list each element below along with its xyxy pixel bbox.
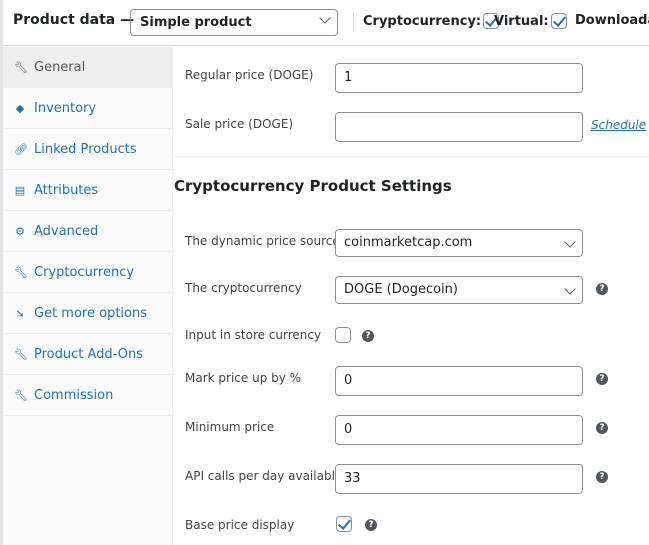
- help-icon[interactable]: ?: [596, 471, 608, 483]
- tab-label: Linked Products: [34, 141, 137, 157]
- sale-price-input[interactable]: [335, 112, 583, 142]
- product-data-header: Product data — Simple product Cryptocurr…: [3, 0, 649, 46]
- wrench-icon: 🔧︎: [14, 60, 28, 74]
- price-source-label: The dynamic price source: [185, 234, 340, 248]
- api-calls-label: API calls per day available: [185, 469, 343, 483]
- tab-inventory[interactable]: ◆ Inventory: [3, 88, 172, 129]
- price-source-value: coinmarketcap.com: [344, 235, 473, 250]
- wrench-icon: 🔧︎: [14, 347, 28, 361]
- help-icon[interactable]: ?: [596, 422, 608, 434]
- crypto-settings-heading: Cryptocurrency Product Settings: [174, 177, 452, 195]
- virtual-option[interactable]: Virtual:: [494, 13, 567, 29]
- minimum-price-label: Minimum price: [185, 420, 275, 434]
- tab-label: Commission: [34, 387, 114, 403]
- product-data-tabs: 🔧︎ General ◆ Inventory 🔗︎ Linked Products ▤…: [3, 47, 173, 545]
- tab-general[interactable]: 🔧︎ General: [3, 47, 172, 88]
- product-data-title: Product data —: [13, 12, 135, 28]
- tab-product-add-ons[interactable]: 🔧︎ Product Add-Ons: [3, 334, 172, 375]
- cryptocurrency-value: DOGE (Dogecoin): [344, 282, 458, 297]
- chevron-down-icon: [564, 283, 576, 295]
- option-label: Virtual:: [494, 13, 549, 29]
- base-price-label: Base price display: [185, 518, 295, 532]
- chevron-down-icon: [564, 236, 576, 248]
- tab-commission[interactable]: 🔧︎ Commission: [3, 375, 172, 416]
- tab-label: General: [34, 59, 86, 75]
- tab-label: Get more options: [34, 305, 147, 321]
- option-label: Cryptocurrency:: [363, 13, 482, 29]
- wrench-icon: 🔧︎: [14, 265, 28, 279]
- section-divider: [174, 156, 649, 157]
- list-icon: ▤: [14, 183, 26, 197]
- option-label: Downloadable: [575, 13, 649, 28]
- plugin-icon: ➘: [15, 306, 25, 320]
- link-icon: 🔗︎: [14, 142, 28, 156]
- product-type-select[interactable]: Simple product: [130, 9, 338, 36]
- markup-label: Mark price up by %: [185, 371, 302, 385]
- schedule-link[interactable]: Schedule: [591, 118, 646, 132]
- chevron-down-icon: [319, 12, 331, 24]
- minimum-price-input[interactable]: 0: [335, 415, 583, 445]
- virtual-checkbox[interactable]: [550, 13, 567, 29]
- sale-price-label: Sale price (DOGE): [185, 117, 294, 131]
- tab-label: Cryptocurrency: [34, 264, 135, 280]
- cryptocurrency-label: The cryptocurrency: [185, 281, 302, 295]
- price-source-select[interactable]: coinmarketcap.com: [335, 229, 583, 257]
- tab-advanced[interactable]: ⚙ Advanced: [3, 211, 172, 252]
- api-calls-input[interactable]: 33: [335, 464, 583, 494]
- tab-linked-products[interactable]: 🔗︎ Linked Products: [3, 129, 172, 170]
- regular-price-input[interactable]: 1: [335, 63, 583, 93]
- help-icon[interactable]: ?: [596, 283, 608, 295]
- tab-cryptocurrency[interactable]: 🔧︎ Cryptocurrency: [3, 252, 172, 293]
- tab-get-more-options[interactable]: ➘ Get more options: [3, 293, 172, 334]
- markup-input[interactable]: 0: [335, 366, 583, 396]
- tab-label: Inventory: [34, 100, 97, 116]
- tab-attributes[interactable]: ▤ Attributes: [3, 170, 172, 211]
- tab-label: Advanced: [34, 223, 99, 239]
- help-icon[interactable]: ?: [362, 330, 374, 342]
- wrench-icon: 🔧︎: [14, 388, 28, 402]
- base-price-checkbox[interactable]: [336, 516, 352, 532]
- tab-label: Attributes: [34, 182, 99, 198]
- help-icon[interactable]: ?: [365, 519, 377, 531]
- inventory-icon: ◆: [15, 101, 25, 115]
- divider: [353, 13, 354, 31]
- store-currency-label: Input in store currency: [185, 328, 322, 342]
- gear-icon: ⚙: [15, 224, 25, 238]
- cryptocurrency-select[interactable]: DOGE (Dogecoin): [335, 276, 583, 304]
- regular-price-label: Regular price (DOGE): [185, 68, 314, 82]
- product-type-value: Simple product: [140, 15, 252, 30]
- store-currency-checkbox[interactable]: [335, 327, 351, 343]
- help-icon[interactable]: ?: [596, 373, 608, 385]
- downloadable-option[interactable]: Downloadable: [575, 13, 649, 28]
- cryptocurrency-option[interactable]: Cryptocurrency:: [363, 13, 500, 29]
- tab-label: Product Add-Ons: [34, 346, 143, 362]
